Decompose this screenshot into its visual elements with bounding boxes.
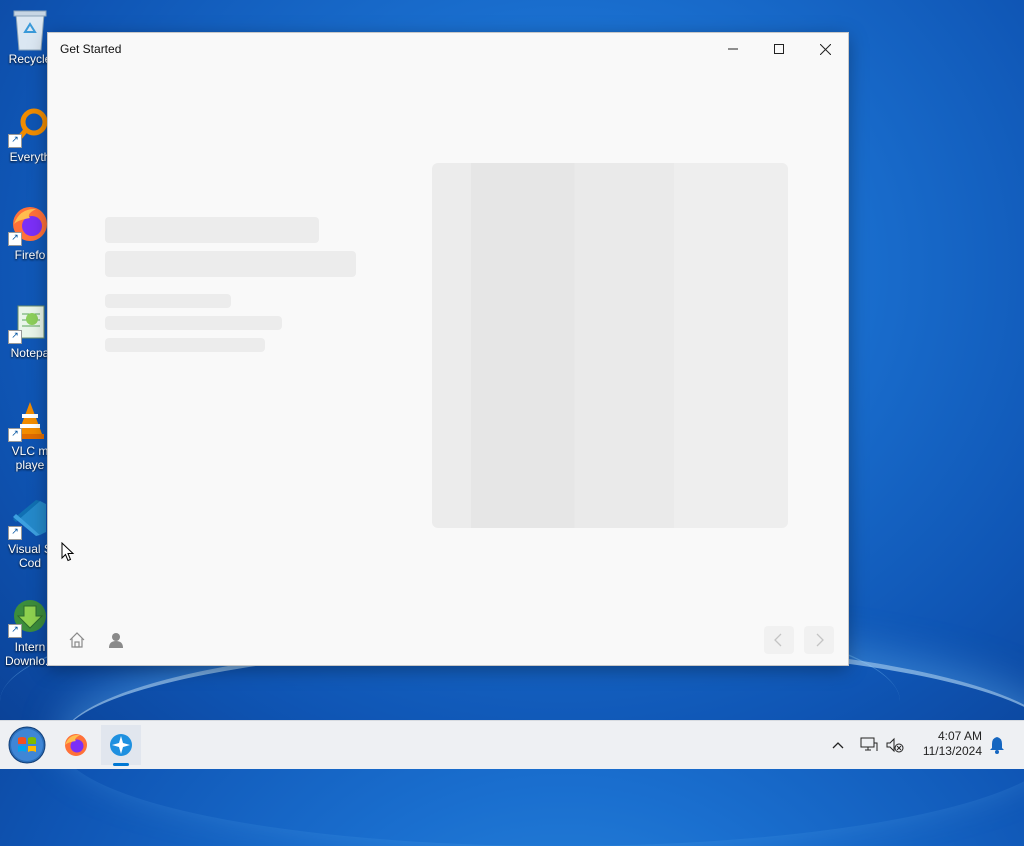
- title-bar[interactable]: Get Started: [48, 33, 848, 65]
- taskbar-get-started[interactable]: [101, 725, 141, 766]
- shortcut-arrow-icon: ↗: [8, 134, 22, 148]
- maximize-button[interactable]: [756, 33, 802, 65]
- vlc-icon: ↗: [8, 400, 50, 442]
- get-started-window: Get Started: [48, 33, 848, 665]
- clock-time: 4:07 AM: [937, 729, 982, 743]
- skeleton-text-line-2: [105, 316, 282, 330]
- home-icon: [69, 632, 85, 648]
- shortcut-arrow-icon: ↗: [8, 526, 22, 540]
- skeleton-media-panel: [432, 163, 788, 528]
- firefox-icon: ↗: [8, 204, 50, 246]
- notepad-icon: ↗: [8, 302, 50, 344]
- account-button[interactable]: [101, 626, 131, 654]
- chevron-right-icon: [816, 633, 824, 647]
- notifications-button[interactable]: [986, 721, 1008, 769]
- chevron-left-icon: [774, 633, 782, 647]
- minimize-icon: [728, 48, 738, 50]
- chevron-up-icon: [832, 742, 844, 749]
- skeleton-text-line-3: [105, 338, 265, 352]
- home-button[interactable]: [62, 626, 92, 654]
- firefox-icon: [65, 734, 87, 756]
- notification-bell-icon: [990, 737, 1004, 754]
- active-indicator: [113, 763, 129, 766]
- recycle-bin-icon: [10, 8, 50, 51]
- shortcut-arrow-icon: ↗: [8, 330, 22, 344]
- window-title: Get Started: [60, 42, 122, 56]
- minimize-button[interactable]: [710, 33, 756, 65]
- volume-muted-icon: [886, 737, 904, 753]
- volume-button[interactable]: [884, 721, 906, 769]
- everything-icon: ↗: [8, 106, 50, 148]
- shortcut-arrow-icon: ↗: [8, 428, 22, 442]
- vscode-icon: ↗: [8, 498, 50, 540]
- skeleton-text-line: [105, 294, 231, 308]
- next-button[interactable]: [804, 626, 834, 654]
- start-button[interactable]: [6, 725, 48, 765]
- windows-logo-icon: [8, 726, 46, 764]
- internet-download-manager-icon: ↗: [8, 596, 50, 638]
- skeleton-title-line: [105, 217, 319, 243]
- shortcut-arrow-icon: ↗: [8, 232, 22, 246]
- taskbar-clock[interactable]: 4:07 AM 11/13/2024: [912, 729, 982, 759]
- network-button[interactable]: [858, 721, 880, 769]
- close-icon: [819, 43, 831, 55]
- show-hidden-icons-button[interactable]: [828, 721, 848, 769]
- maximize-icon: [774, 44, 784, 54]
- mouse-cursor-icon: [61, 542, 75, 562]
- get-started-icon: [110, 734, 132, 756]
- skeleton-title-line-2: [105, 251, 356, 277]
- taskbar: 4:07 AM 11/13/2024: [0, 720, 1024, 769]
- taskbar-firefox[interactable]: [56, 725, 96, 765]
- shortcut-arrow-icon: ↗: [8, 624, 22, 638]
- previous-button[interactable]: [764, 626, 794, 654]
- network-icon: [860, 737, 878, 751]
- clock-date: 11/13/2024: [922, 744, 982, 758]
- close-button[interactable]: [802, 33, 848, 65]
- person-icon: [109, 633, 123, 648]
